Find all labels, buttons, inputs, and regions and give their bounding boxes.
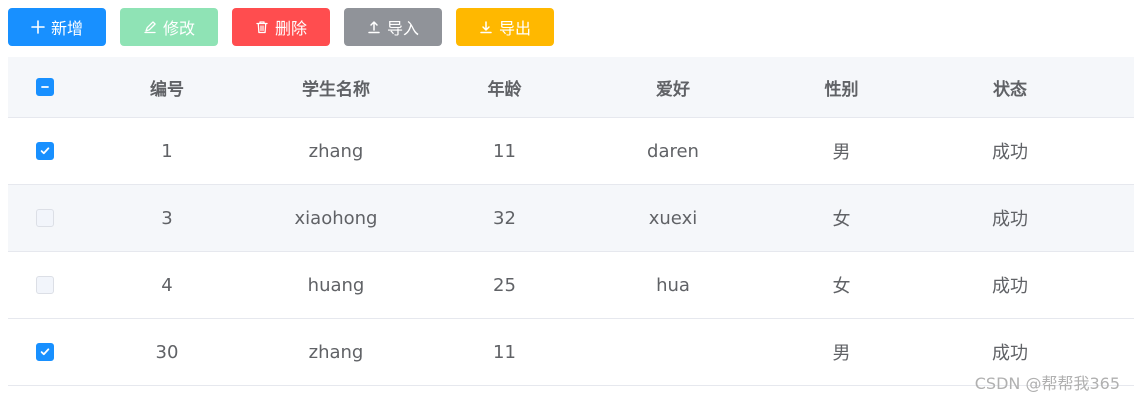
add-button[interactable]: 新增 — [8, 8, 106, 46]
check-icon — [40, 147, 50, 155]
export-button-label: 导出 — [498, 19, 531, 38]
cell-age: 25 — [493, 274, 516, 296]
cell-gender: 女 — [832, 209, 851, 230]
cell-gender: 男 — [832, 142, 851, 163]
table-row[interactable]: 3 xiaohong 32 xuexi 女 成功 — [8, 185, 1134, 252]
cell-name: xiaohong — [294, 207, 378, 229]
upload-icon — [367, 20, 381, 34]
row-checkbox[interactable] — [36, 343, 54, 361]
cell-hobby: hua — [656, 274, 690, 296]
cell-gender: 男 — [832, 343, 851, 364]
row-select-cell — [8, 142, 82, 160]
header-age: 年龄 — [487, 79, 522, 100]
header-id: 编号 — [150, 79, 184, 100]
row-checkbox[interactable] — [36, 142, 54, 160]
select-all-cell — [8, 78, 82, 96]
cell-name: zhang — [308, 140, 364, 162]
cell-status: 成功 — [992, 142, 1028, 163]
row-select-cell — [8, 276, 82, 294]
cell-id: 3 — [161, 207, 173, 229]
cell-hobby: xuexi — [648, 207, 698, 229]
header-status: 状态 — [993, 79, 1027, 100]
check-icon — [40, 348, 50, 356]
cell-age: 11 — [493, 140, 516, 162]
import-button[interactable]: 导入 — [344, 8, 442, 46]
cell-id: 4 — [161, 274, 173, 296]
edit-button-label: 修改 — [162, 19, 195, 38]
header-name: 学生名称 — [302, 79, 370, 100]
cell-id: 1 — [161, 140, 173, 162]
edit-icon — [143, 20, 157, 34]
cell-hobby: daren — [647, 140, 699, 162]
import-button-label: 导入 — [386, 19, 419, 38]
toolbar: 新增 修改 删除 导入 导出 — [8, 8, 554, 46]
select-all-checkbox[interactable] — [36, 78, 54, 96]
minus-icon — [41, 86, 49, 88]
header-gender: 性别 — [824, 79, 859, 100]
cell-id: 30 — [155, 341, 179, 363]
cell-age: 11 — [493, 341, 516, 363]
delete-button-label: 删除 — [274, 19, 307, 38]
row-select-cell — [8, 343, 82, 361]
cell-status: 成功 — [992, 343, 1028, 364]
table-row[interactable]: 30 zhang 11 男 成功 — [8, 319, 1134, 386]
table-row[interactable]: 1 zhang 11 daren 男 成功 — [8, 118, 1134, 185]
plus-icon — [31, 20, 45, 34]
table-row[interactable]: 4 huang 25 hua 女 成功 — [8, 252, 1134, 319]
cell-gender: 女 — [832, 276, 851, 297]
cell-status: 成功 — [992, 276, 1028, 297]
row-select-cell — [8, 209, 82, 227]
add-button-label: 新增 — [50, 19, 83, 38]
cell-name: zhang — [308, 341, 364, 363]
watermark: CSDN @帮帮我365 — [974, 374, 1120, 393]
data-table: 编号 学生名称 年龄 爱好 性别 状态 1 zhang 11 daren 男 成… — [8, 57, 1134, 386]
row-checkbox[interactable] — [36, 276, 54, 294]
edit-button[interactable]: 修改 — [120, 8, 218, 46]
table-header-row: 编号 学生名称 年龄 爱好 性别 状态 — [8, 57, 1134, 118]
delete-button[interactable]: 删除 — [232, 8, 330, 46]
download-icon — [479, 20, 493, 34]
cell-age: 32 — [493, 207, 516, 229]
cell-name: huang — [307, 274, 365, 296]
export-button[interactable]: 导出 — [456, 8, 554, 46]
header-hobby: 爱好 — [656, 79, 690, 100]
cell-status: 成功 — [992, 209, 1028, 230]
row-checkbox[interactable] — [36, 209, 54, 227]
trash-icon — [255, 20, 269, 34]
